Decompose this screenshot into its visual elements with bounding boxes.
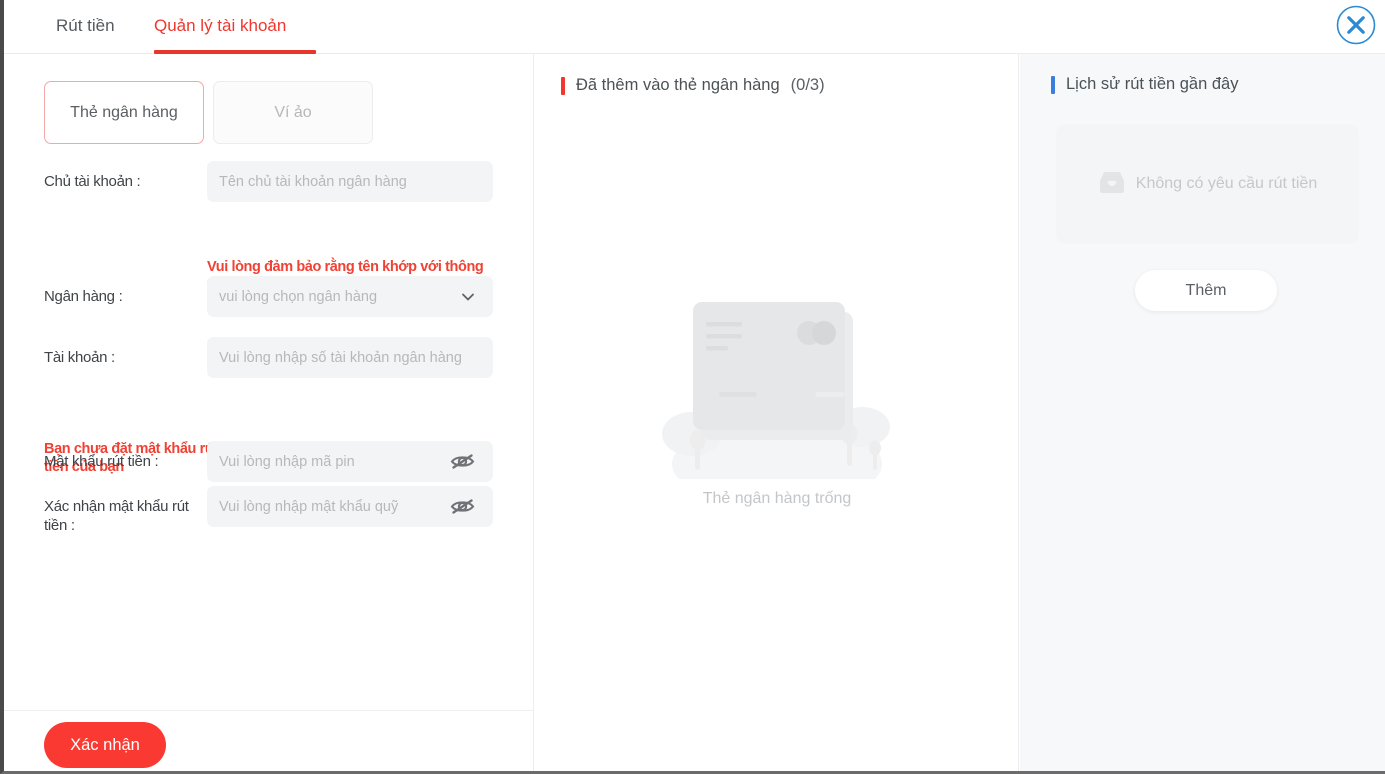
card-count: (0/3) [790,76,825,94]
field-label: Mật khẩu rút tiền : [44,453,159,470]
heading-accent-bar [1051,75,1055,94]
field-label: Tài khoản : [44,349,115,366]
dialog-tabbar: Rút tiền Quản lý tài khoản [4,0,1385,54]
field-label: Ngân hàng : [44,288,123,305]
account-type-toggle: Thẻ ngân hàng Ví ảo [44,81,373,144]
withdraw-history-heading: Lịch sử rút tiền gần đây [1051,75,1238,94]
withdraw-history-empty-card: Không có yêu cầu rút tiền [1056,124,1359,244]
heading-text: Đã thêm vào thẻ ngân hàng [576,76,780,94]
withdraw-history-empty-text: Không có yêu cầu rút tiền [1135,175,1318,192]
added-bank-cards-panel: Đã thêm vào thẻ ngân hàng (0/3) Thẻ ngân… [535,54,1019,771]
input-placeholder: Vui lòng nhập mã pin [219,453,355,470]
withdraw-history-panel: Lịch sử rút tiền gần đây Không có yêu cầ… [1020,54,1385,771]
empty-inbox-icon [1098,169,1126,200]
field-label: Xác nhận mật khẩu rút tiền : [44,498,189,534]
confirm-button[interactable]: Xác nhận [44,722,166,768]
heading-accent-bar [561,76,565,95]
tab-withdraw[interactable]: Rút tiền [56,0,115,54]
input-placeholder: Vui lòng nhập số tài khoản ngân hàng [219,349,462,366]
eye-off-icon[interactable] [450,497,475,516]
bank-select[interactable]: vui lòng chọn ngân hàng [207,276,493,317]
type-button-bank-card[interactable]: Thẻ ngân hàng [44,81,204,144]
eye-off-icon[interactable] [450,452,475,471]
select-placeholder: vui lòng chọn ngân hàng [219,288,378,305]
empty-bank-card-text: Thẻ ngân hàng trống [702,490,852,507]
confirm-withdraw-password-input[interactable]: Vui lòng nhập mật khẩu quỹ [207,486,493,527]
field-label: Chủ tài khoản : [44,173,141,190]
bank-card-form-panel: Thẻ ngân hàng Ví ảo Chủ tài khoản : Tên … [4,54,534,771]
add-bank-card-button[interactable]: Thêm [1135,270,1277,311]
account-number-input[interactable]: Vui lòng nhập số tài khoản ngân hàng [207,337,493,378]
account-holder-input[interactable]: Tên chủ tài khoản ngân hàng [207,161,493,202]
empty-bank-card-illustration [535,294,1019,506]
added-cards-heading: Đã thêm vào thẻ ngân hàng (0/3) [561,76,825,95]
empty-bank-card-state: Thẻ ngân hàng trống [535,294,1019,508]
tab-account-management[interactable]: Quản lý tài khoản [154,0,286,54]
chevron-down-icon [459,288,477,306]
withdraw-account-dialog: Rút tiền Quản lý tài khoản Thẻ ngân hàng… [0,0,1385,774]
form-footer-divider [4,710,534,711]
input-placeholder: Tên chủ tài khoản ngân hàng [219,173,407,190]
close-icon[interactable] [1335,4,1377,46]
withdraw-password-input[interactable]: Vui lòng nhập mã pin [207,441,493,482]
heading-text: Lịch sử rút tiền gần đây [1066,75,1239,93]
input-placeholder: Vui lòng nhập mật khẩu quỹ [219,498,399,515]
type-button-virtual-wallet[interactable]: Ví ảo [213,81,373,144]
